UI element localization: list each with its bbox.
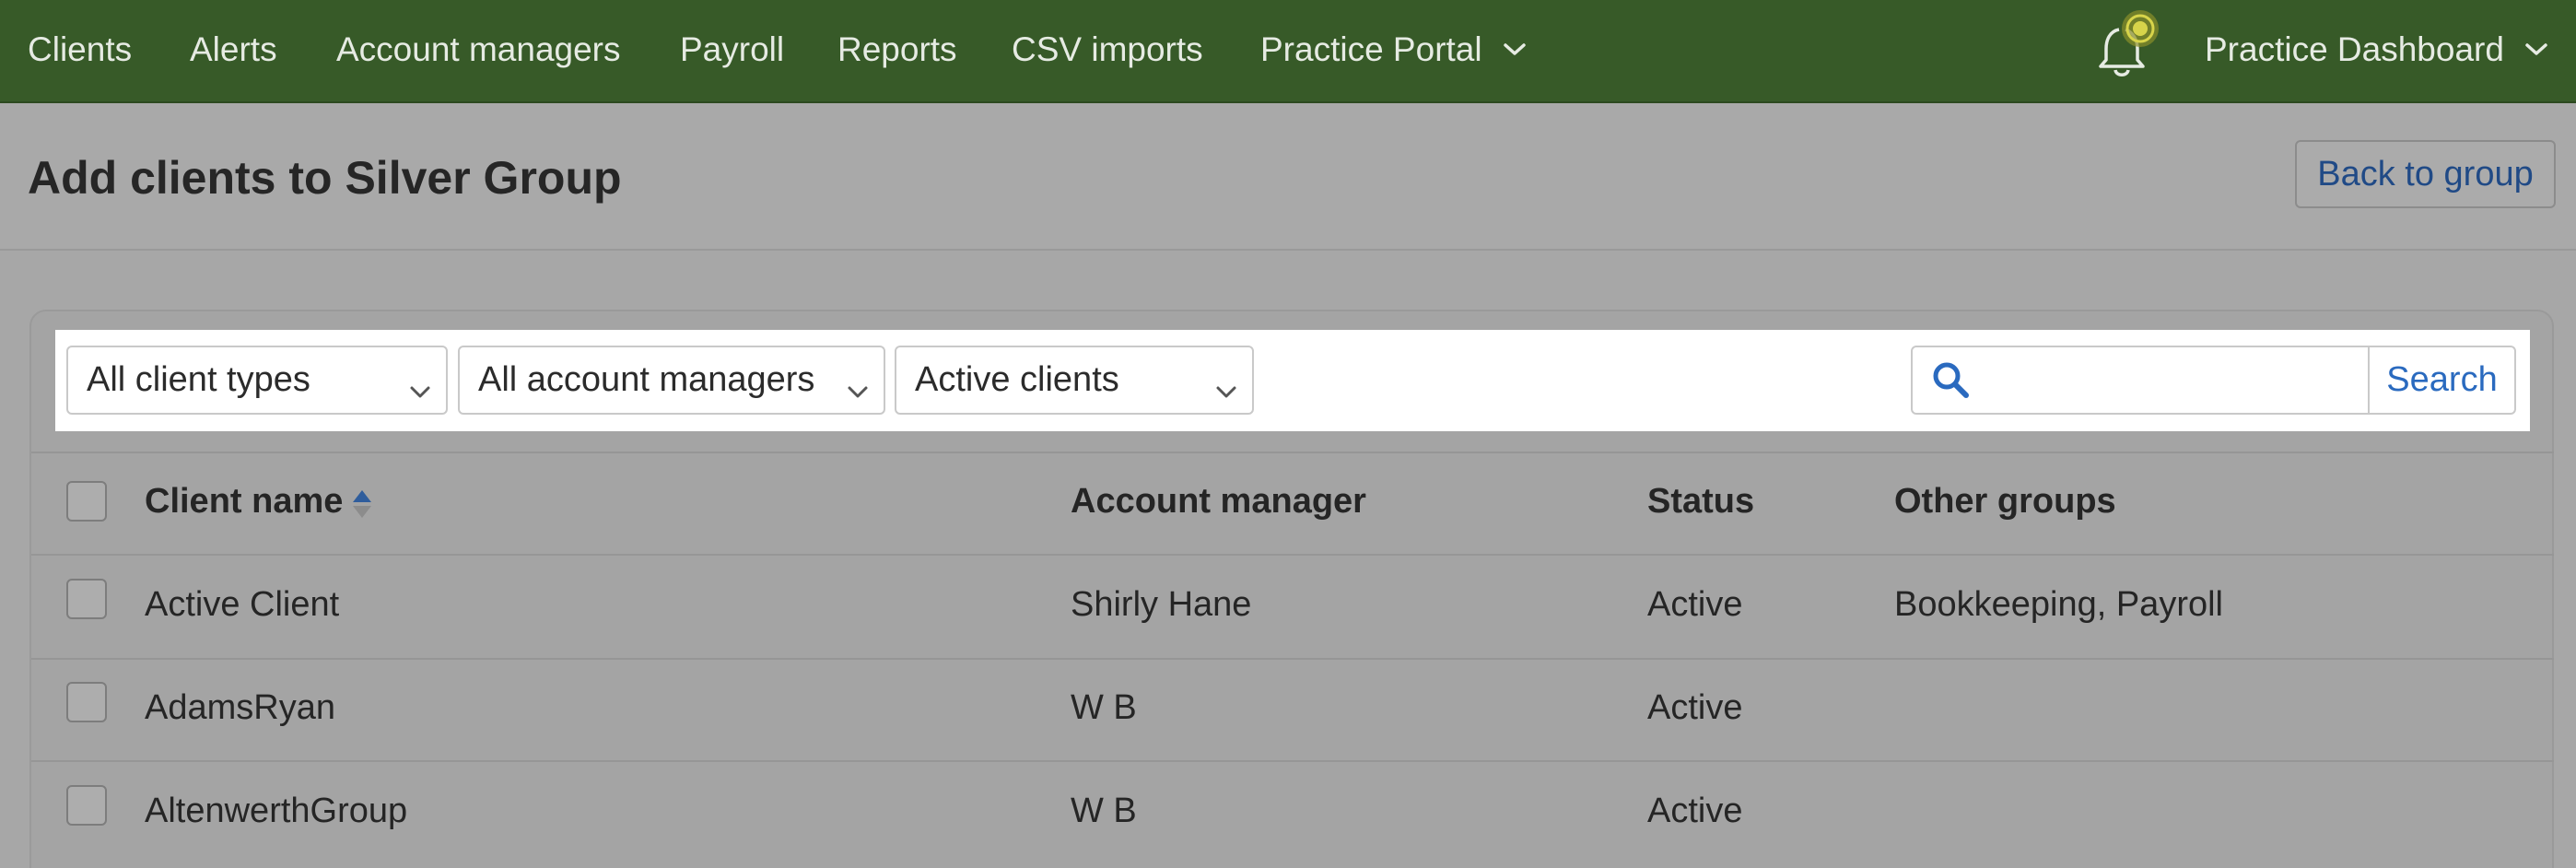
table-row-divider (31, 760, 2554, 762)
practice-dashboard-label: Practice Dashboard (2205, 30, 2504, 68)
status-cell: Active (1647, 688, 1743, 727)
client-status-select[interactable]: Active clients (895, 346, 1254, 415)
column-header-status: Status (1647, 482, 1755, 521)
search-input[interactable] (1985, 353, 2362, 408)
nav-item-practice-portal[interactable]: Practice Portal (1260, 0, 1527, 100)
search-icon (1931, 360, 1970, 404)
sort-ascending-icon[interactable] (351, 488, 373, 524)
page-header: Add clients to Silver Group (0, 103, 2576, 251)
status-cell: Active (1647, 585, 1743, 624)
nav-item-alerts[interactable]: Alerts (190, 0, 277, 100)
back-to-group-button[interactable]: Back to group (2295, 140, 2556, 208)
client-type-value: All client types (87, 360, 310, 399)
column-header-client-name[interactable]: Client name (145, 482, 343, 522)
account-manager-select[interactable]: All account managers (458, 346, 885, 415)
client-name-cell: AltenwerthGroup (145, 792, 408, 830)
search-box: Search (1911, 346, 2516, 415)
table-header-divider (31, 554, 2554, 556)
column-header-other-groups: Other groups (1894, 482, 2116, 521)
client-name-cell: AdamsRyan (145, 688, 335, 727)
client-status-value: Active clients (915, 360, 1119, 399)
search-button[interactable]: Search (2370, 347, 2514, 413)
select-all-checkbox[interactable] (66, 481, 107, 522)
status-cell: Active (1647, 792, 1743, 830)
practice-portal-label: Practice Portal (1260, 30, 1482, 68)
chevron-down-icon (1503, 42, 1527, 57)
row-checkbox[interactable] (66, 785, 107, 826)
chevron-down-icon (409, 369, 431, 409)
top-nav: Clients Alerts Account managers Payroll … (0, 0, 2576, 103)
account-manager-cell: W B (1071, 792, 1137, 830)
nav-item-clients[interactable]: Clients (28, 0, 132, 100)
page-title: Add clients to Silver Group (28, 152, 622, 204)
account-manager-value: All account managers (478, 360, 815, 399)
nav-item-csv-imports[interactable]: CSV imports (1012, 0, 1203, 100)
nav-item-account-managers[interactable]: Account managers (336, 0, 621, 100)
chevron-down-icon (1215, 369, 1237, 409)
row-checkbox[interactable] (66, 682, 107, 722)
nav-item-payroll[interactable]: Payroll (680, 0, 784, 100)
nav-item-reports[interactable]: Reports (837, 0, 957, 100)
client-name-cell: Active Client (145, 585, 340, 624)
chevron-down-icon (2524, 42, 2548, 57)
row-checkbox[interactable] (66, 579, 107, 619)
account-manager-cell: W B (1071, 688, 1137, 727)
notification-bell-icon[interactable] (2091, 7, 2165, 81)
nav-item-practice-dashboard[interactable]: Practice Dashboard (2205, 0, 2548, 100)
client-type-select[interactable]: All client types (66, 346, 448, 415)
other-groups-cell: Bookkeeping, Payroll (1894, 585, 2223, 624)
account-manager-cell: Shirly Hane (1071, 585, 1252, 624)
table-row-divider (31, 658, 2554, 660)
column-header-account-manager: Account manager (1071, 482, 1366, 521)
chevron-down-icon (847, 369, 869, 409)
table-top-divider (31, 452, 2554, 453)
